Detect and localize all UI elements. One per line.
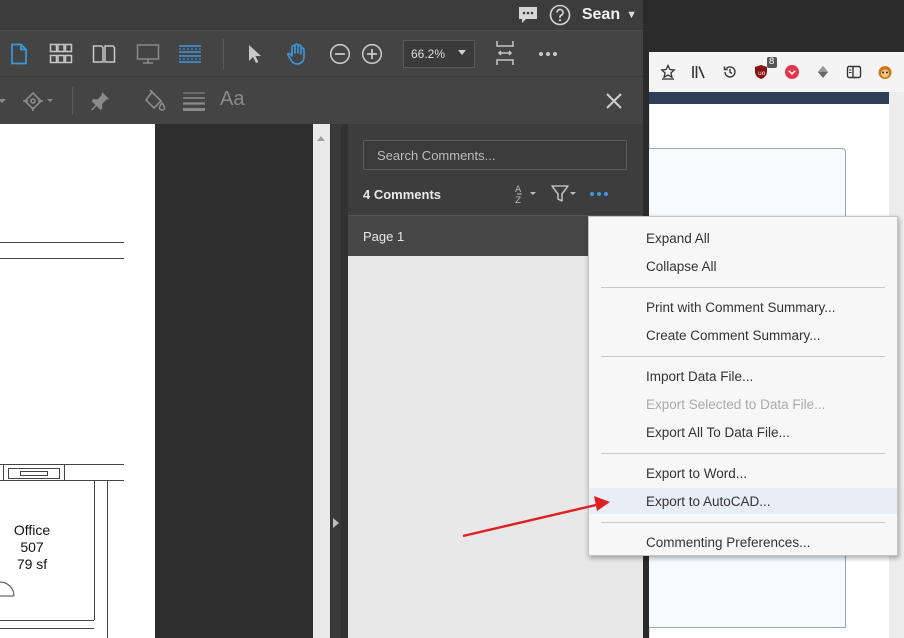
document-area: Office 507 79 sf bbox=[0, 124, 330, 638]
svg-text:Z: Z bbox=[515, 196, 521, 205]
collapse-arrow-icon[interactable] bbox=[333, 518, 339, 528]
menu-item[interactable]: Print with Comment Summary... bbox=[589, 294, 897, 320]
acrobat-window: Sean ▼ 66.2% Aa Office 507 79 sf Search … bbox=[0, 0, 643, 638]
room-area: 79 sf bbox=[16, 556, 48, 572]
room-label: Office 507 79 sf bbox=[0, 522, 64, 573]
menu-item[interactable]: Export All To Data File... bbox=[589, 419, 897, 445]
fit-page-width-icon[interactable] bbox=[491, 39, 519, 67]
svg-text:uo: uo bbox=[758, 70, 766, 77]
toolbar-separator bbox=[72, 87, 73, 115]
menu-separator bbox=[601, 522, 885, 523]
wall-line bbox=[0, 480, 124, 481]
search-comments-input[interactable]: Search Comments... bbox=[363, 140, 627, 170]
web-navbar bbox=[649, 92, 889, 104]
wall-line bbox=[94, 480, 95, 620]
pin-icon[interactable] bbox=[86, 87, 114, 115]
app-top-bar: Sean ▼ bbox=[0, 0, 643, 30]
menu-item[interactable]: Export to Word... bbox=[589, 460, 897, 486]
sort-az-icon: AZ bbox=[515, 185, 536, 205]
menu-separator bbox=[601, 287, 885, 288]
more-options-icon bbox=[590, 192, 608, 196]
hand-tool-icon[interactable] bbox=[283, 40, 311, 68]
fill-color-icon[interactable] bbox=[141, 87, 169, 115]
history-icon[interactable] bbox=[717, 59, 742, 85]
user-menu-caret-icon[interactable]: ▼ bbox=[626, 9, 637, 21]
line-weight-icon[interactable] bbox=[180, 87, 208, 115]
room-number: 507 bbox=[20, 539, 44, 555]
extension-diamond-icon[interactable] bbox=[811, 59, 836, 85]
select-arrow-icon[interactable] bbox=[240, 40, 268, 68]
pocket-icon[interactable] bbox=[780, 59, 805, 85]
user-name[interactable]: Sean bbox=[582, 6, 620, 24]
pdf-page: Office 507 79 sf bbox=[0, 124, 155, 638]
wall-line bbox=[3, 464, 4, 480]
zoom-level-value: 66.2% bbox=[411, 47, 446, 61]
drawing-line bbox=[0, 242, 124, 243]
menu-item[interactable]: Create Comment Summary... bbox=[589, 322, 897, 348]
door-swing bbox=[0, 581, 15, 597]
monkey-extension-icon[interactable] bbox=[873, 59, 898, 85]
scrolling-mode-icon[interactable] bbox=[176, 40, 204, 68]
page-group-label: Page 1 bbox=[363, 228, 405, 244]
wall-line bbox=[64, 464, 65, 480]
more-tools-icon[interactable] bbox=[534, 40, 562, 68]
room-name: Office bbox=[13, 522, 51, 538]
menu-separator bbox=[601, 356, 885, 357]
menu-item[interactable]: Export to AutoCAD... bbox=[589, 488, 897, 514]
library-icon[interactable] bbox=[686, 59, 711, 85]
menu-separator bbox=[601, 453, 885, 454]
drawing-line bbox=[0, 258, 124, 259]
speech-bubble-icon[interactable] bbox=[516, 3, 540, 27]
single-page-view-icon[interactable] bbox=[5, 40, 33, 68]
scroll-up-icon[interactable] bbox=[317, 136, 325, 141]
sort-comments-button[interactable]: AZ bbox=[512, 182, 540, 206]
menu-item[interactable]: Expand All bbox=[589, 225, 897, 251]
presentation-mode-icon[interactable] bbox=[134, 40, 162, 68]
tool-dropdown-caret-icon[interactable] bbox=[0, 87, 16, 115]
filter-funnel-icon bbox=[551, 185, 576, 202]
bookmark-star-icon[interactable] bbox=[655, 59, 680, 85]
stamp-tool-icon[interactable] bbox=[20, 87, 56, 115]
panel-collapse-handle[interactable] bbox=[331, 124, 341, 638]
comment-count: 4 Comments bbox=[363, 187, 442, 202]
comments-options-menu: Expand All Collapse All Print with Comment… bbox=[588, 216, 898, 556]
menu-item[interactable]: Collapse All bbox=[589, 253, 897, 279]
extension-badge: 8 bbox=[766, 57, 777, 68]
comment-toolbar: Aa bbox=[0, 76, 643, 124]
zoom-in-icon[interactable] bbox=[358, 40, 386, 68]
help-question-icon[interactable] bbox=[548, 3, 572, 27]
search-placeholder: Search Comments... bbox=[377, 147, 496, 163]
two-page-view-icon[interactable] bbox=[90, 40, 118, 68]
zoom-out-icon[interactable] bbox=[326, 40, 354, 68]
zoom-dropdown-caret-icon bbox=[458, 50, 466, 55]
ublock-shield-icon[interactable]: uo 8 bbox=[748, 57, 777, 85]
toolbar-separator bbox=[223, 39, 224, 69]
close-icon[interactable] bbox=[600, 87, 628, 115]
document-scrollbar[interactable] bbox=[313, 124, 330, 638]
filter-comments-button[interactable] bbox=[549, 182, 579, 206]
page-thumbnails-icon[interactable] bbox=[47, 40, 75, 68]
menu-item[interactable]: Commenting Preferences... bbox=[589, 529, 897, 555]
wall-line bbox=[0, 628, 94, 629]
wall-line bbox=[0, 464, 124, 465]
main-toolbar: 66.2% bbox=[0, 30, 643, 76]
browser-toolbar: uo 8 bbox=[649, 52, 904, 92]
text-properties-button[interactable]: Aa bbox=[220, 88, 244, 111]
menu-item: Export Selected to Data File... bbox=[646, 396, 826, 412]
comments-options-button[interactable] bbox=[587, 182, 611, 206]
window-symbol bbox=[20, 471, 48, 476]
menu-item[interactable]: Import Data File... bbox=[589, 363, 897, 389]
wall-line bbox=[107, 480, 108, 638]
reader-view-icon[interactable] bbox=[842, 59, 867, 85]
zoom-level-dropdown[interactable]: 66.2% bbox=[403, 40, 475, 68]
